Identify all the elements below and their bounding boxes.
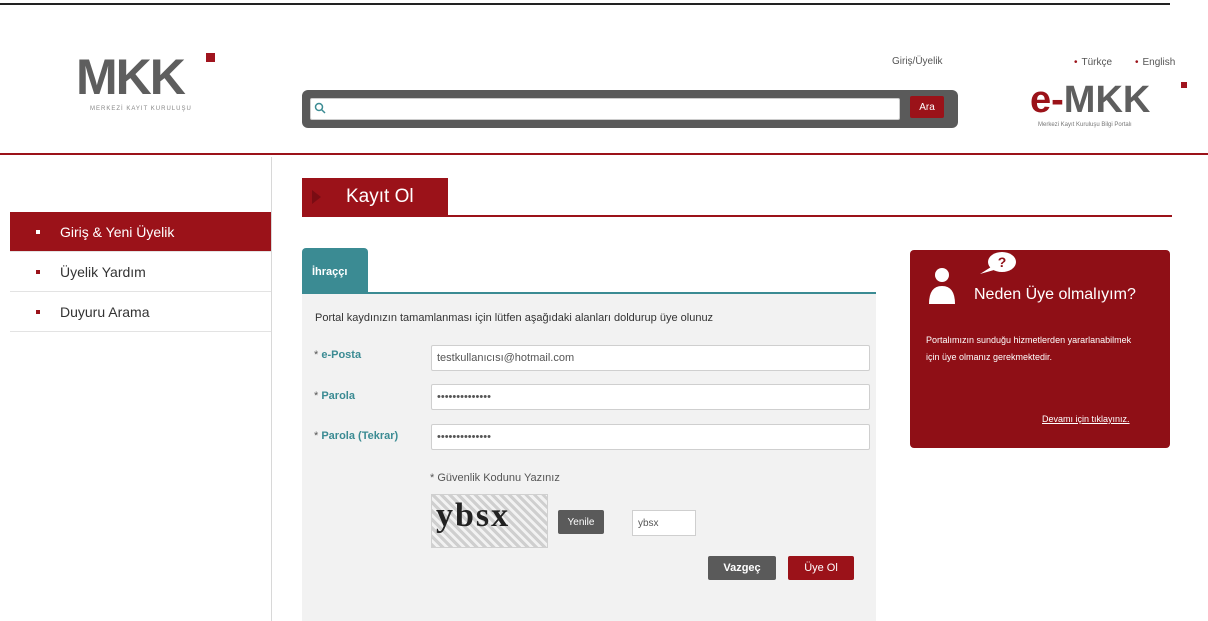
info-title: Neden Üye olmalıyım? (974, 286, 1136, 303)
captcha-label: * Güvenlik Kodunu Yazınız (430, 472, 560, 484)
bullet-icon (36, 229, 40, 234)
title-divider (302, 215, 1172, 217)
email-label: * e-Posta (314, 349, 362, 361)
page-title-block: Kayıt Ol (302, 178, 448, 216)
sidebar: Giriş & Yeni Üyelik Üyelik Yardım Duyuru… (10, 212, 271, 332)
captcha-image: ybsx (431, 494, 548, 548)
emkk-logo-mkk: MKK (1063, 79, 1151, 121)
bullet-icon: • (1135, 57, 1139, 68)
bullet-icon: • (1074, 57, 1078, 68)
sidebar-item-label: Giriş & Yeni Üyelik (60, 223, 175, 240)
search-icon (314, 102, 326, 114)
sidebar-item-announcements[interactable]: Duyuru Arama (10, 292, 271, 332)
login-link[interactable]: Giriş/Üyelik (892, 56, 943, 67)
sidebar-item-label: Üyelik Yardım (60, 263, 146, 280)
captcha-input[interactable] (632, 510, 696, 536)
emkk-logo-subtitle: Merkezi Kayıt Kuruluşu Bilgi Portalı (1038, 122, 1132, 128)
header-divider (0, 153, 1208, 155)
arrow-icon (312, 190, 321, 204)
password-confirm-field[interactable] (431, 424, 870, 450)
lang-turkish[interactable]: • Türkçe (1074, 57, 1112, 68)
search-input[interactable] (310, 98, 900, 120)
emkk-logo-e: e- (1030, 79, 1064, 121)
bullet-icon (36, 309, 40, 314)
captcha-image-text: ybsx (436, 497, 511, 534)
logo-subtitle: MERKEZİ KAYIT KURULUŞU (90, 106, 192, 112)
password-field[interactable] (431, 384, 870, 410)
search-button[interactable]: Ara (910, 96, 944, 118)
refresh-captcha-button[interactable]: Yenile (558, 510, 604, 534)
sidebar-item-help[interactable]: Üyelik Yardım (10, 252, 271, 292)
logo-text: MKK (76, 49, 186, 105)
page-title: Kayıt Ol (346, 186, 414, 207)
password-confirm-label: * Parola (Tekrar) (314, 430, 399, 442)
svg-text:?: ? (998, 254, 1007, 270)
registration-form: Portal kaydınızın tamamlanması için lütf… (302, 294, 876, 621)
emkk-logo[interactable]: e-MKK Merkezi Kayıt Kuruluşu Bilgi Porta… (1030, 80, 1190, 150)
form-instructions: Portal kaydınızın tamamlanması için lütf… (315, 312, 714, 324)
email-field[interactable] (431, 345, 870, 371)
bullet-icon (36, 269, 40, 274)
mkk-logo[interactable]: MKK MERKEZİ KAYIT KURULUŞU (76, 52, 226, 136)
sidebar-item-label: Duyuru Arama (60, 303, 150, 320)
logo-square (206, 53, 215, 62)
sidebar-item-login[interactable]: Giriş & Yeni Üyelik (10, 212, 271, 252)
info-continue-link[interactable]: Devamı için tıklayınız. (1042, 414, 1130, 424)
password-label: * Parola (314, 390, 355, 402)
cancel-button[interactable]: Vazgeç (708, 556, 776, 580)
submit-button[interactable]: Üye Ol (788, 556, 854, 580)
password-confirm-label-text: Parola (Tekrar) (321, 430, 399, 442)
lang-english-label: English (1142, 57, 1176, 68)
emkk-logo-square (1181, 82, 1187, 88)
sidebar-divider (271, 157, 272, 621)
info-box: ? Neden Üye olmalıyım? Portalımızın sund… (910, 250, 1170, 448)
top-rule (0, 3, 1170, 5)
password-label-text: Parola (321, 390, 355, 402)
info-body: Portalımızın sunduğu hizmetlerden yararl… (926, 335, 1132, 362)
email-label-text: e-Posta (321, 349, 362, 361)
search-bar: Ara (302, 90, 958, 128)
tab-issuer[interactable]: İhraççı (302, 248, 368, 293)
lang-turkish-label: Türkçe (1081, 57, 1113, 68)
lang-english[interactable]: • English (1135, 57, 1175, 68)
